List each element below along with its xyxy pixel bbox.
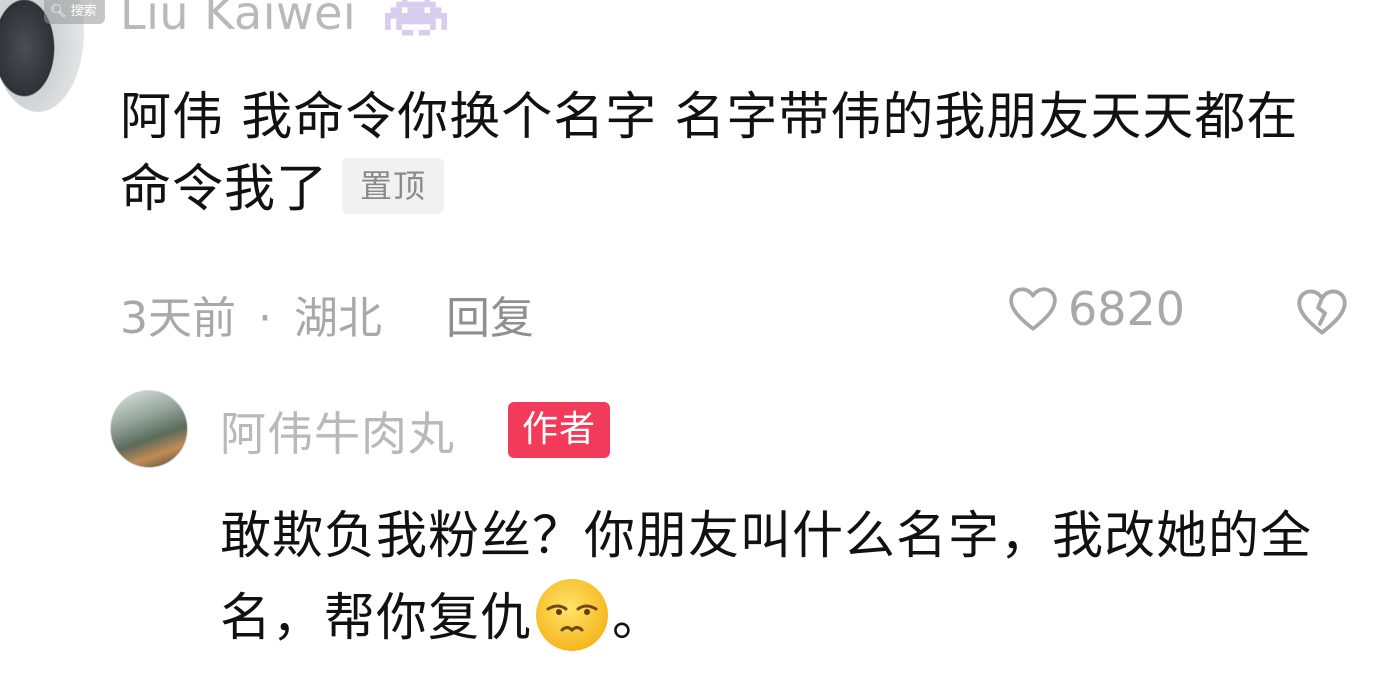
pinned-badge: 置顶	[342, 158, 445, 214]
search-icon: 🔍︎	[50, 4, 67, 19]
reply-avatar[interactable]	[110, 390, 188, 468]
like-count: 6820	[1068, 282, 1186, 336]
author-badge: 作者	[508, 402, 611, 458]
username-text: Liu Kaiwei	[120, 0, 357, 40]
location: 湖北	[294, 293, 382, 344]
reply-text: 敢欺负我粉丝？你朋友叫什么名字，我改她的全名，帮你复仇 。	[220, 496, 1350, 661]
heart-icon	[1009, 287, 1057, 331]
comment-text: 阿伟 我命令你换个名字 名字带伟的我朋友天天都在命令我了 置顶	[120, 82, 1340, 226]
search-chip[interactable]: 🔍︎ 搜索	[44, 0, 105, 24]
comment-username[interactable]: Liu Kaiwei	[120, 0, 448, 40]
comment-meta: 3天前 · 湖北 回复	[120, 282, 534, 346]
alien-icon	[385, 0, 448, 36]
smirk-emoji-icon	[536, 579, 609, 651]
search-chip-label: 搜索	[70, 4, 97, 19]
timestamp: 3天前	[120, 293, 236, 344]
meta-separator: ·	[258, 293, 272, 344]
like-button[interactable]: 6820	[1008, 282, 1185, 336]
reply-body: 敢欺负我粉丝？你朋友叫什么名字，我改她的全名，帮你复仇	[220, 507, 1313, 648]
reply-body-end: 。	[612, 589, 665, 648]
reply-username[interactable]: 阿伟牛肉丸	[220, 398, 455, 464]
comment-body: 阿伟 我命令你换个名字 名字带伟的我朋友天天都在命令我了	[120, 88, 1299, 219]
reply-button[interactable]: 回复	[446, 293, 534, 344]
broken-heart-icon[interactable]	[1296, 288, 1348, 336]
comment-thread: 🔍︎ 搜索 Liu Kaiwei 阿伟 我命令你换个名字 名字带伟的我朋友天天都…	[0, 0, 1383, 687]
